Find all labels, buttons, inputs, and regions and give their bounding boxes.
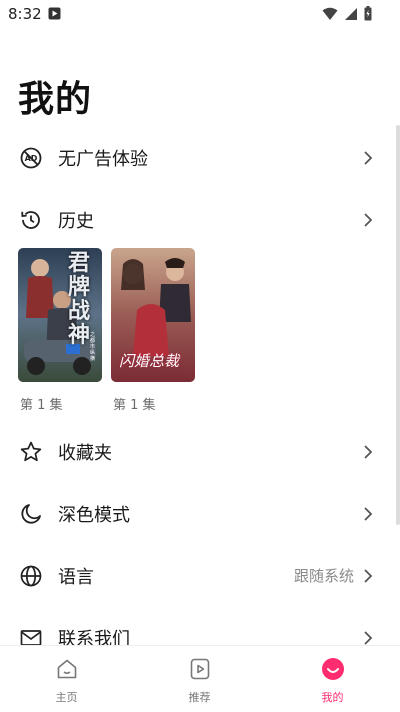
status-icons <box>322 6 372 21</box>
smile-icon <box>322 658 344 680</box>
history-card[interactable]: 闪婚总裁 第 1 集 <box>111 248 197 413</box>
globe-icon <box>20 565 42 587</box>
episode-label: 第 1 集 <box>113 398 156 413</box>
poster-image: 闪婚总裁 <box>111 248 195 382</box>
home-icon <box>57 659 77 679</box>
poster-image: 君牌战神 之都市纵横 <box>18 248 102 382</box>
moon-icon <box>21 504 41 524</box>
menu-item-label: 深色模式 <box>58 505 130 526</box>
menu-item-label: 历史 <box>58 211 94 232</box>
signal-icon <box>345 7 357 20</box>
tab-mine[interactable]: 我的 <box>266 646 399 712</box>
history-icon <box>21 211 40 229</box>
media-playing-icon <box>48 7 61 20</box>
history-strip: 君牌战神 之都市纵横 第 1 集 闪婚总裁 第 1 集 <box>0 248 380 418</box>
menu-item-label: 无广告体验 <box>58 149 148 170</box>
tab-label: 我的 <box>321 691 344 704</box>
menu-item-label: 收藏夹 <box>58 443 112 464</box>
chevron-right-icon <box>364 569 373 583</box>
no-ads-icon: AD <box>20 147 42 169</box>
menu-item-label: 语言 <box>58 567 94 588</box>
chevron-right-icon <box>364 213 373 227</box>
chevron-right-icon <box>364 445 373 459</box>
tab-home[interactable]: 主页 <box>0 646 133 712</box>
language-value: 跟随系统 <box>293 567 354 585</box>
status-bar: 8:32 <box>0 0 400 28</box>
menu-item-language[interactable]: 语言 跟随系统 <box>0 551 380 601</box>
poster-title: 闪婚总裁 <box>119 352 180 370</box>
battery-icon <box>364 6 372 21</box>
tab-label: 主页 <box>55 691 78 704</box>
menu-item-no-ads[interactable]: AD 无广告体验 <box>0 133 380 183</box>
menu-item-dark-mode[interactable]: 深色模式 <box>0 489 380 539</box>
chevron-right-icon <box>364 507 373 521</box>
play-icon <box>190 658 210 680</box>
scrollbar[interactable] <box>396 125 400 525</box>
star-icon <box>20 441 42 462</box>
menu-item-history[interactable]: 历史 <box>0 195 380 245</box>
menu-item-favorites[interactable]: 收藏夹 <box>0 427 380 477</box>
chevron-right-icon <box>364 151 373 165</box>
status-time: 8:32 <box>8 5 42 23</box>
bottom-nav: 主页 推荐 我的 <box>0 645 400 712</box>
tab-label: 推荐 <box>188 691 211 704</box>
poster-subtitle: 之都市纵横 <box>90 332 96 362</box>
tab-recommend[interactable]: 推荐 <box>133 646 266 712</box>
episode-label: 第 1 集 <box>20 398 63 413</box>
wifi-icon <box>322 7 338 20</box>
page-title: 我的 <box>18 79 93 120</box>
svg-text:AD: AD <box>25 154 38 163</box>
history-card[interactable]: 君牌战神 之都市纵横 第 1 集 <box>18 248 104 413</box>
